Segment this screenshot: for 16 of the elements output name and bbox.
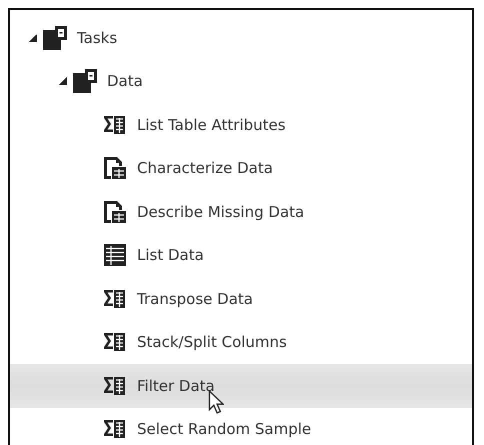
tree-item[interactable]: Tasks bbox=[77, 28, 118, 47]
tree-item[interactable]: List Data bbox=[137, 246, 204, 264]
tree-item[interactable]: Select Random Sample bbox=[137, 420, 312, 438]
tree-item[interactable]: Characterize Data bbox=[137, 159, 273, 178]
tree-item[interactable]: Data bbox=[107, 72, 143, 90]
folder-icon bbox=[43, 26, 67, 50]
mouse-pointer-icon bbox=[208, 390, 224, 414]
folder-icon bbox=[73, 69, 97, 94]
table-icon bbox=[103, 243, 127, 268]
tree-item[interactable]: Transpose Data bbox=[137, 290, 253, 308]
tree-item[interactable]: Describe Missing Data bbox=[137, 202, 304, 221]
tree-item[interactable]: Filter Data bbox=[137, 376, 215, 395]
report-icon bbox=[103, 200, 127, 224]
tree-item[interactable]: List Table Attributes bbox=[137, 116, 286, 134]
report-icon bbox=[103, 156, 127, 180]
tree-item[interactable]: Stack/Split Columns bbox=[137, 333, 287, 352]
